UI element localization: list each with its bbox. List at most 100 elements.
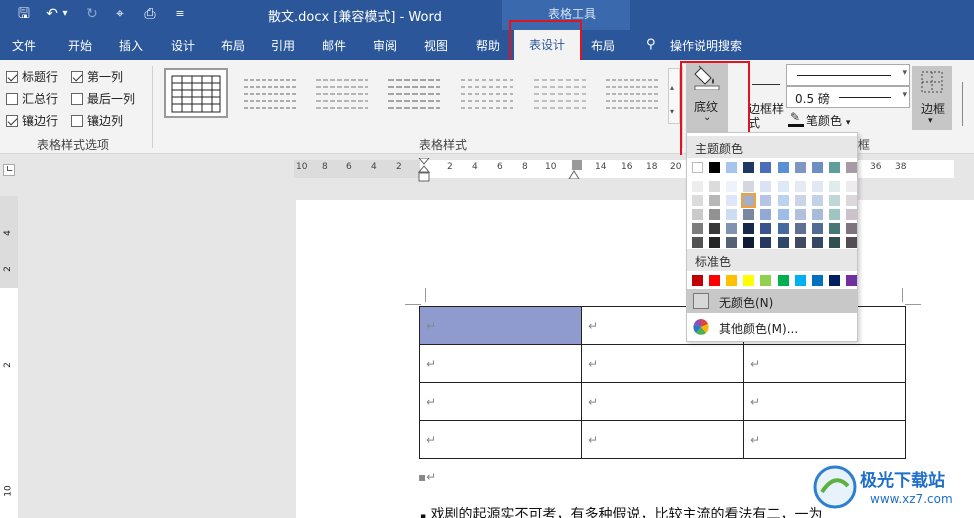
theme-color-swatch[interactable]	[794, 162, 806, 173]
checkbox-box[interactable]	[6, 70, 18, 83]
theme-shade-swatch[interactable]	[743, 237, 755, 248]
tab-design[interactable]: 设计	[171, 37, 195, 54]
standard-color-swatch[interactable]	[709, 275, 721, 286]
theme-shade-swatch[interactable]	[726, 209, 738, 220]
table-cell[interactable]: ↵	[419, 382, 582, 421]
tab-file[interactable]: 文件	[12, 37, 36, 54]
tab-references[interactable]: 引用	[271, 37, 295, 54]
theme-shade-swatch[interactable]	[828, 209, 840, 220]
theme-shade-swatch[interactable]	[726, 181, 738, 192]
first-column-checkbox[interactable]: 第一列	[71, 68, 123, 85]
tab-table-layout[interactable]: 布局	[591, 37, 615, 54]
tab-insert[interactable]: 插入	[119, 37, 143, 54]
theme-shade-swatch[interactable]	[692, 223, 703, 234]
theme-shade-swatch[interactable]	[777, 195, 789, 206]
body-paragraph[interactable]: ▪ 戏剧的起源实不可考，有多种假说，比较主流的看法有二，一为	[420, 504, 823, 518]
theme-shade-swatch[interactable]	[811, 209, 823, 220]
banded-columns-checkbox[interactable]: 镶边列	[71, 112, 123, 129]
theme-color-swatch[interactable]	[777, 162, 789, 173]
standard-color-swatch[interactable]	[692, 275, 703, 286]
theme-shade-swatch[interactable]	[811, 223, 823, 234]
theme-shade-swatch[interactable]	[811, 181, 823, 192]
theme-shade-swatch[interactable]	[811, 195, 823, 206]
save-icon[interactable]: 🖫	[14, 4, 34, 24]
table-style-plain-4[interactable]	[455, 68, 519, 118]
column-grip-icon[interactable]	[572, 160, 582, 170]
pen-style-select[interactable]: ▾	[786, 64, 910, 86]
theme-shade-swatch[interactable]	[811, 237, 823, 248]
theme-shade-swatch[interactable]	[828, 237, 840, 248]
theme-shade-swatch[interactable]	[692, 209, 703, 220]
checkbox-box[interactable]	[6, 114, 18, 127]
theme-shade-swatch[interactable]	[845, 195, 857, 206]
theme-shade-swatch[interactable]	[760, 209, 772, 220]
table-cell[interactable]: ↵	[419, 306, 582, 345]
theme-shade-swatch[interactable]	[692, 195, 703, 206]
scroll-down-icon[interactable]: ▾	[670, 107, 674, 116]
standard-color-swatch[interactable]	[794, 275, 806, 286]
table-style-plain-3[interactable]	[382, 68, 446, 118]
standard-color-swatch[interactable]	[845, 275, 857, 286]
table-cell[interactable]: ↵	[581, 382, 744, 421]
checkbox-box[interactable]	[71, 114, 83, 127]
table-cell[interactable]: ↵	[743, 382, 906, 421]
theme-color-swatch[interactable]	[845, 162, 857, 173]
table-style-plain-5[interactable]	[528, 68, 592, 118]
standard-color-swatch[interactable]	[777, 275, 789, 286]
table-cell[interactable]: ↵	[581, 344, 744, 383]
customize-toolbar-icon[interactable]: ≡	[170, 4, 190, 24]
theme-shade-swatch[interactable]	[709, 223, 721, 234]
banded-rows-checkbox[interactable]: 镶边行	[6, 112, 58, 129]
theme-shade-swatch[interactable]	[845, 209, 857, 220]
table-cell[interactable]: ↵	[419, 420, 582, 459]
theme-color-swatch[interactable]	[743, 162, 755, 173]
last-column-checkbox[interactable]: 最后一列	[71, 90, 135, 107]
redo-icon[interactable]: ↻	[82, 4, 102, 24]
border-painter-button[interactable]	[962, 82, 974, 126]
chevron-down-icon[interactable]: ▾	[902, 90, 907, 100]
theme-shade-swatch[interactable]	[794, 223, 806, 234]
theme-shade-swatch[interactable]	[794, 209, 806, 220]
theme-color-swatch[interactable]	[709, 162, 721, 173]
standard-color-swatch[interactable]	[828, 275, 840, 286]
theme-shade-swatch[interactable]	[743, 181, 755, 192]
theme-shade-swatch[interactable]	[777, 181, 789, 192]
pen-color-icon[interactable]: ✎	[788, 110, 804, 127]
theme-shade-swatch[interactable]	[709, 195, 721, 206]
chevron-down-icon[interactable]: ▾	[928, 116, 933, 126]
pen-weight-select[interactable]: 0.5 磅 ▾	[786, 86, 910, 108]
theme-shade-swatch[interactable]	[777, 237, 789, 248]
scroll-up-icon[interactable]: ▴	[670, 83, 674, 92]
table-cell[interactable]: ↵	[419, 344, 582, 383]
empty-paragraph[interactable]: ▪↵	[418, 470, 436, 484]
checkbox-box[interactable]	[71, 70, 83, 83]
tab-home[interactable]: 开始	[68, 37, 92, 54]
table-style-grid[interactable]	[164, 68, 228, 118]
checkbox-box[interactable]	[71, 92, 83, 105]
tab-review[interactable]: 审阅	[373, 37, 397, 54]
tell-me-search[interactable]: 操作说明搜索	[670, 37, 742, 54]
theme-shade-swatch[interactable]	[743, 209, 755, 220]
chevron-down-icon[interactable]: ▾	[902, 68, 907, 78]
theme-shade-swatch[interactable]	[777, 223, 789, 234]
theme-shade-swatch[interactable]	[828, 181, 840, 192]
theme-shade-swatch[interactable]	[845, 223, 857, 234]
theme-shade-swatch[interactable]	[777, 209, 789, 220]
table-cell[interactable]: ↵	[743, 344, 906, 383]
standard-color-swatch[interactable]	[760, 275, 772, 286]
indent-marker-icon[interactable]	[417, 157, 431, 184]
theme-shade-swatch[interactable]	[709, 181, 721, 192]
standard-color-swatch[interactable]	[743, 275, 755, 286]
undo-dropdown-icon[interactable]: ▾	[60, 4, 70, 24]
theme-shade-swatch[interactable]	[692, 237, 703, 248]
format-painter-icon[interactable]: ⌖	[110, 4, 130, 24]
theme-shade-swatch[interactable]	[760, 181, 772, 192]
theme-shade-swatch[interactable]	[760, 223, 772, 234]
theme-shade-swatch[interactable]	[828, 223, 840, 234]
standard-color-swatch[interactable]	[726, 275, 738, 286]
theme-shade-swatch[interactable]	[692, 181, 703, 192]
theme-color-swatch[interactable]	[726, 162, 738, 173]
standard-color-swatch[interactable]	[811, 275, 823, 286]
theme-shade-swatch[interactable]	[794, 181, 806, 192]
theme-color-swatch[interactable]	[811, 162, 823, 173]
